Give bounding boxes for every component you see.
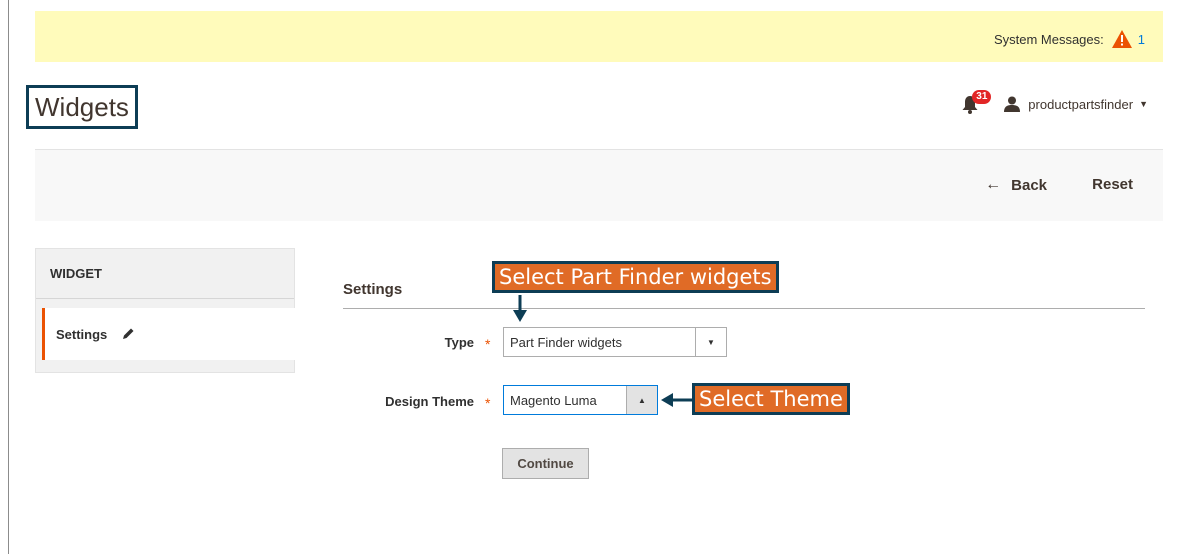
type-select-value: Part Finder widgets — [510, 335, 622, 350]
page-title: Widgets — [26, 85, 138, 129]
system-messages-label: System Messages: — [993, 31, 1104, 47]
annotation-arrow-down-icon — [513, 295, 527, 322]
type-label: Type — [444, 335, 474, 350]
arrow-left-icon: ← — [985, 176, 1002, 193]
chevron-down-icon: ▼ — [1139, 99, 1148, 109]
settings-section-title: Settings — [343, 281, 403, 298]
design-theme-select[interactable]: Magento Luma ▲ — [503, 385, 658, 415]
type-select[interactable]: Part Finder widgets ▼ — [503, 327, 727, 357]
notifications-button[interactable]: 31 — [962, 90, 992, 114]
settings-divider — [343, 308, 1145, 309]
user-icon — [1004, 96, 1021, 112]
type-required-mark: * — [485, 336, 491, 352]
username: productpartsfinder — [1028, 96, 1134, 112]
sidebar-title: WIDGET — [50, 266, 102, 281]
back-button-label: Back — [1011, 176, 1047, 194]
chevron-down-icon[interactable]: ▼ — [695, 328, 726, 356]
left-border-line — [8, 0, 9, 554]
page-actions-bar: ← Back Reset — [35, 149, 1163, 221]
header-actions: 31 productpartsfinder ▼ — [962, 90, 1148, 114]
system-messages-count[interactable]: 1 — [1138, 32, 1145, 47]
pencil-icon — [123, 328, 134, 339]
design-theme-select-value: Magento Luma — [510, 393, 597, 408]
annotation-arrow-left-icon — [661, 393, 692, 407]
system-messages-bar: System Messages: 1 — [35, 11, 1163, 62]
continue-button[interactable]: Continue — [502, 448, 589, 479]
annotation-theme-callout: Select Theme — [692, 383, 850, 415]
system-messages[interactable]: System Messages: 1 — [994, 30, 1145, 48]
sidebar-divider — [36, 298, 294, 299]
warning-triangle-icon — [1111, 30, 1132, 48]
chevron-up-icon[interactable]: ▲ — [626, 386, 657, 414]
user-account-menu[interactable]: productpartsfinder ▼ — [1004, 96, 1148, 112]
back-button[interactable]: ← Back — [985, 176, 1047, 194]
design-theme-label: Design Theme — [385, 394, 474, 409]
annotation-type-callout: Select Part Finder widgets — [492, 261, 779, 293]
reset-button[interactable]: Reset — [1092, 176, 1133, 193]
design-theme-required-mark: * — [485, 395, 491, 411]
widget-sidebar: WIDGET Settings — [35, 248, 295, 373]
sidebar-item-settings[interactable]: Settings — [42, 308, 295, 360]
sidebar-item-label: Settings — [56, 327, 108, 342]
notifications-badge: 31 — [972, 90, 992, 104]
